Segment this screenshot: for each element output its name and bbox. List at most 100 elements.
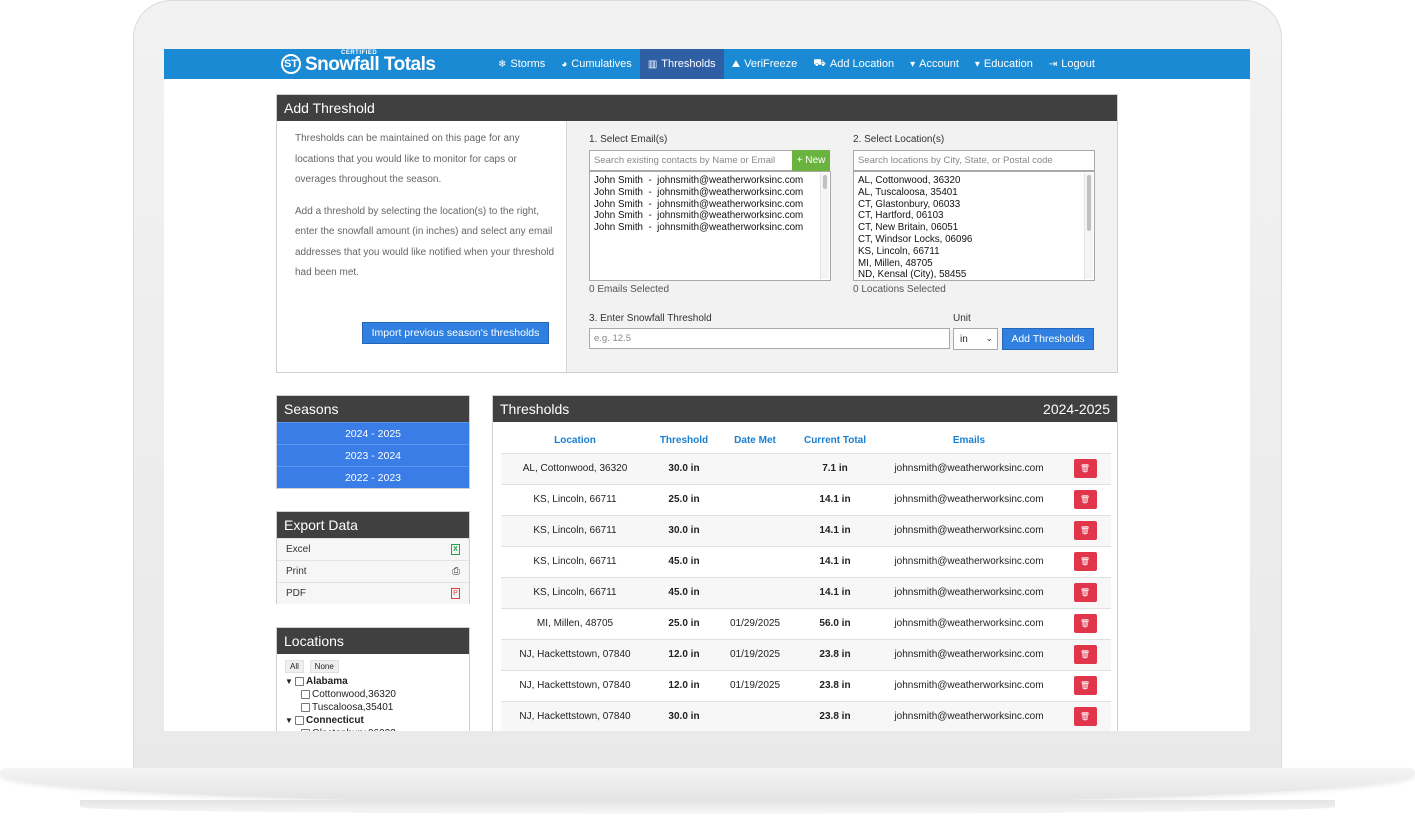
select-locations-label: 2. Select Location(s) xyxy=(853,134,945,145)
tree-item[interactable]: Cottonwood,36320 xyxy=(285,688,461,701)
column-header[interactable] xyxy=(1059,429,1111,453)
export-excel[interactable]: Excel X xyxy=(277,538,469,560)
table-row: NJ, Hackettstown, 07840 30.0 in 23.8 in joh… xyxy=(501,700,1111,731)
nav-item-storms[interactable]: ❄ Storms xyxy=(490,49,553,79)
location-option[interactable]: CT, Windsor Locks, 06096 xyxy=(858,234,1090,246)
table-row: KS, Lincoln, 66711 30.0 in 14.1 in johnsmit… xyxy=(501,514,1111,546)
table-row: KS, Lincoln, 66711 45.0 in 14.1 in johnsmit… xyxy=(501,576,1111,608)
mountain-icon: ⛰ xyxy=(731,58,741,70)
thresholds-panel: Thresholds 2024-2025 Location Threshold Da… xyxy=(492,395,1118,731)
location-search-input[interactable]: Search locations by City, State, or Post… xyxy=(853,150,1095,171)
location-option[interactable]: CT, Hartford, 06103 xyxy=(858,210,1090,222)
select-all-button[interactable]: All xyxy=(285,660,304,673)
checkbox[interactable] xyxy=(295,716,304,725)
cell-location: NJ, Hackettstown, 07840 xyxy=(501,669,649,701)
table-row: MI, Millen, 48705 25.0 in 01/29/2025 56.0 i… xyxy=(501,607,1111,639)
nav-item-label: Logout xyxy=(1061,58,1095,70)
email-option[interactable]: John Smith - johnsmith@weatherworksinc.c… xyxy=(594,199,826,211)
cell-date-met xyxy=(719,483,791,515)
nav-item-cumulatives[interactable]: ◕ Cumulatives xyxy=(553,49,640,79)
import-previous-thresholds-button[interactable]: Import previous season's thresholds xyxy=(362,322,549,344)
nav-item-add-location[interactable]: ⛟ Add Location xyxy=(805,49,902,79)
tree-label: Alabama xyxy=(306,676,348,687)
nav-item-account[interactable]: ▾ Account xyxy=(902,49,967,79)
checkbox[interactable] xyxy=(295,677,304,686)
threshold-input[interactable]: e.g. 12.5 xyxy=(589,328,950,349)
email-option[interactable]: John Smith - johnsmith@weatherworksinc.c… xyxy=(594,210,826,222)
brand-logo[interactable]: ST CERTIFIED Snowfall Totals xyxy=(281,50,436,76)
season-item[interactable]: 2024 - 2025 xyxy=(277,422,469,444)
cell-current-total: 23.8 in xyxy=(791,700,879,731)
tree-group[interactable]: ▼ Alabama xyxy=(285,675,461,688)
checkbox[interactable] xyxy=(301,729,310,731)
email-search-input[interactable]: Search existing contacts by Name or Emai… xyxy=(589,150,793,171)
delete-button[interactable]: 🗑 xyxy=(1073,614,1097,633)
add-threshold-form: 1. Select Email(s) Search existing conta… xyxy=(567,121,1117,372)
nav-item-thresholds[interactable]: ▥ Thresholds xyxy=(639,49,724,79)
nav-item-logout[interactable]: ⇥ Logout xyxy=(1041,49,1103,79)
locations-title: Locations xyxy=(284,633,344,649)
location-option[interactable]: KS, Lincoln, 66711 xyxy=(858,246,1090,258)
email-option[interactable]: John Smith - johnsmith@weatherworksinc.c… xyxy=(594,187,826,199)
thresholds-season: 2024-2025 xyxy=(1043,401,1110,417)
delete-button[interactable]: 🗑 xyxy=(1073,645,1097,664)
delete-button[interactable]: 🗑 xyxy=(1073,676,1097,695)
email-option[interactable]: John Smith - johnsmith@weatherworksinc.c… xyxy=(594,175,826,187)
cell-date-met xyxy=(719,545,791,577)
tree-item[interactable]: Tuscaloosa,35401 xyxy=(285,701,461,714)
location-option[interactable]: AL, Tuscaloosa, 35401 xyxy=(858,187,1090,199)
email-option[interactable]: John Smith - johnsmith@weatherworksinc.c… xyxy=(594,222,826,234)
thresholds-title: Thresholds xyxy=(500,401,570,417)
tree-item[interactable]: Glastonbury,06033 xyxy=(285,727,461,731)
add-thresholds-button[interactable]: Add Thresholds xyxy=(1002,328,1094,350)
delete-button[interactable]: 🗑 xyxy=(1073,521,1097,540)
location-option[interactable]: CT, New Britain, 06051 xyxy=(858,222,1090,234)
add-threshold-panel: Add Threshold Thresholds can be maintain… xyxy=(276,94,1118,373)
unit-select[interactable]: in ⌄ xyxy=(953,328,998,350)
delete-button[interactable]: 🗑 xyxy=(1073,459,1097,478)
cell-email: johnsmith@weatherworksinc.com xyxy=(879,669,1059,701)
export-print[interactable]: Print ⎙ xyxy=(277,560,469,582)
cell-email: johnsmith@weatherworksinc.com xyxy=(879,700,1059,731)
new-contact-button[interactable]: + New xyxy=(792,150,830,171)
email-listbox[interactable]: John Smith - johnsmith@weatherworksinc.c… xyxy=(589,171,831,281)
caret-down-icon[interactable]: ▼ xyxy=(285,716,295,725)
cell-current-total: 14.1 in xyxy=(791,545,879,577)
delete-button[interactable]: 🗑 xyxy=(1073,583,1097,602)
emails-selected-count: 0 Emails Selected xyxy=(589,284,670,295)
delete-button[interactable]: 🗑 xyxy=(1073,552,1097,571)
nav-item-education[interactable]: ▾ Education xyxy=(967,49,1041,79)
tree-group[interactable]: ▼ Connecticut xyxy=(285,714,461,727)
column-header[interactable]: Emails xyxy=(879,429,1059,453)
checkbox[interactable] xyxy=(301,703,310,712)
delete-button[interactable]: 🗑 xyxy=(1073,490,1097,509)
checkbox[interactable] xyxy=(301,690,310,699)
location-list-scrollbar[interactable] xyxy=(1084,173,1093,279)
season-item[interactable]: 2023 - 2024 xyxy=(277,444,469,466)
export-print-label: Print xyxy=(286,566,307,577)
cell-date-met: 01/19/2025 xyxy=(719,669,791,701)
cell-location: NJ, Hackettstown, 07840 xyxy=(501,700,649,731)
location-option[interactable]: MI, Millen, 48705 xyxy=(858,258,1090,270)
export-pdf[interactable]: PDF P xyxy=(277,582,469,604)
caret-down-icon[interactable]: ▼ xyxy=(285,677,295,686)
trash-icon: 🗑 xyxy=(1079,526,1091,535)
export-excel-label: Excel xyxy=(286,544,311,555)
location-option[interactable]: AL, Cottonwood, 36320 xyxy=(858,175,1090,187)
email-list-scrollbar[interactable] xyxy=(820,173,829,279)
column-header[interactable]: Threshold xyxy=(649,429,719,453)
cell-threshold: 30.0 in xyxy=(649,452,719,484)
location-option[interactable]: ND, Kensal (City), 58455 xyxy=(858,269,1090,280)
location-listbox[interactable]: AL, Cottonwood, 36320 AL, Tuscaloosa, 354… xyxy=(853,171,1095,281)
select-none-button[interactable]: None xyxy=(309,660,339,673)
cell-date-met xyxy=(719,514,791,546)
location-option[interactable]: CT, Glastonbury, 06033 xyxy=(858,199,1090,211)
column-header[interactable]: Location xyxy=(501,429,649,453)
pie-chart-icon: ◕ xyxy=(561,58,568,70)
season-item[interactable]: 2022 - 2023 xyxy=(277,466,469,488)
nav-item-verifreeze[interactable]: ⛰ VeriFreeze xyxy=(724,49,806,79)
column-header[interactable]: Current Total xyxy=(791,429,879,453)
column-header[interactable]: Date Met xyxy=(719,429,791,453)
cell-threshold: 25.0 in xyxy=(649,607,719,639)
delete-button[interactable]: 🗑 xyxy=(1073,707,1097,727)
